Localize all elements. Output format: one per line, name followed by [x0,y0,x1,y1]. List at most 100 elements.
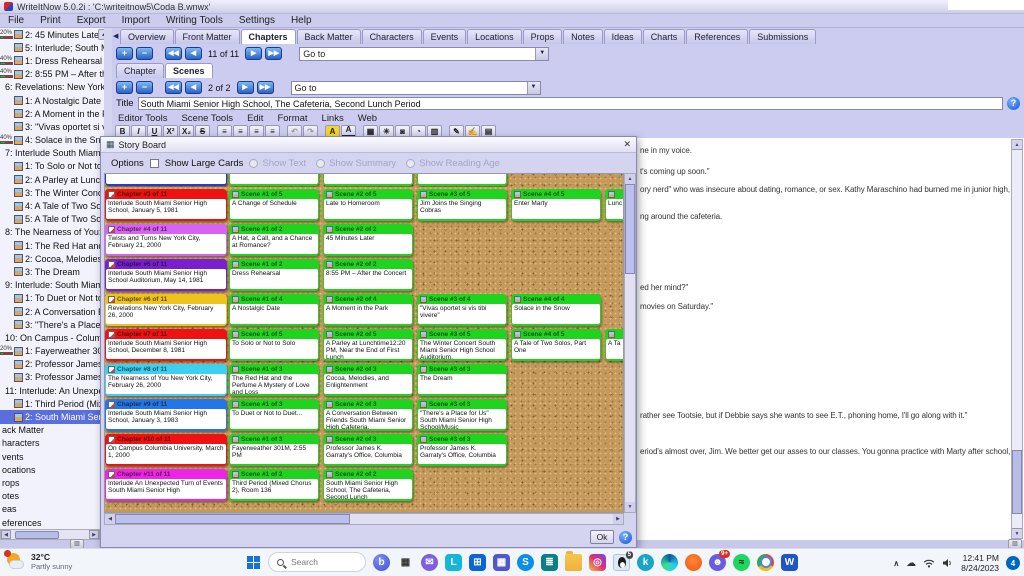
l-app-icon[interactable]: L [445,554,462,571]
sidebar-item[interactable]: 1: To Duet or Not to Due [0,292,111,305]
scene-card[interactable]: Scene #1 of 2 Dress Rehearsal [229,259,319,291]
radio-button[interactable] [249,159,258,168]
sub-tab[interactable]: Scenes [165,63,213,78]
sidebar-item[interactable]: 40% 1: Dress Rehearsal [0,54,111,67]
remove-chapter-button[interactable]: − [136,47,153,60]
spotify-icon[interactable]: ≈ [733,554,750,571]
chevron-down-icon[interactable]: ▼ [527,82,540,94]
skype-icon[interactable]: S [517,554,534,571]
scroll-down-icon[interactable]: ▼ [1012,528,1022,538]
sidebar-item[interactable]: 4: A Tale of Two Solos, I [0,199,111,212]
copilot-icon[interactable]: b [373,554,390,571]
editor-menu-item[interactable]: Editor Tools [116,113,175,124]
editor-menu-item[interactable]: Scene Tools [179,113,241,124]
main-tab[interactable]: Overview [120,29,174,44]
sidebar-item[interactable]: 2: A Parley at Lunchtime [0,173,111,186]
sidebar-item[interactable]: rops [0,476,111,489]
scroll-up-icon[interactable]: ▲ [1012,140,1022,150]
task-view-icon[interactable]: ▦ [397,554,414,571]
editor-menu-item[interactable]: Web [356,113,385,124]
sidebar-item[interactable]: otes [0,490,111,503]
ok-button[interactable]: Ok [590,530,614,544]
sidebar-item[interactable]: 3: "Vivas oportet si vis tib [0,120,111,133]
chapter-card[interactable]: Chapter #10 of 11 On Campus Columbia Uni… [105,434,227,466]
store-icon[interactable]: ⊞ [469,554,486,571]
sidebar-collapse-icon[interactable]: ◀ [113,32,118,40]
scene-card[interactable]: Scene #1 of 3 The Red Hat and the Perfum… [229,364,319,396]
scroll-up-icon[interactable]: ▲ [625,174,635,184]
scene-card[interactable]: Scene #1 of 2 A Hat, a Call, and a Chanc… [229,224,319,256]
chapter-card[interactable]: Chapter #9 of 11 Interlude South Miami S… [105,399,227,431]
remove-scene-button[interactable]: − [136,81,153,94]
help-icon[interactable]: ? [619,531,632,544]
discord-icon[interactable]: ☻9+ [709,554,726,571]
sidebar-item[interactable]: 5: Interlude; South Miam [0,41,111,54]
edge-icon[interactable] [661,554,678,571]
radio-button[interactable] [406,159,415,168]
scene-card[interactable]: Scene #3 of 3 "There's a Place for Us" S… [417,399,507,431]
show-large-cards-checkbox[interactable] [150,159,159,168]
editor-vscrollbar[interactable]: ▲ ▼ [1011,139,1023,539]
scene-card[interactable]: Scene #4 of 5 A Tale of Two Solos, Part … [511,329,601,361]
scene-card[interactable]: Scene #3 of 3 The Dream [417,364,507,396]
scroll-right-icon[interactable]: ▶ [613,514,623,524]
editor-menu-item[interactable]: Format [275,113,315,124]
start-button[interactable] [246,555,261,570]
scroll-left-icon[interactable]: ◀ [1,530,11,539]
main-tab[interactable]: References [686,29,748,44]
radio-button[interactable] [316,159,325,168]
board-hscroll-thumb[interactable] [115,514,350,524]
scene-card[interactable]: Scene #2 of 2 45 Minutes Later [323,224,413,256]
main-tab[interactable]: Front Matter [175,29,240,44]
sidebar-item[interactable]: 2: Cocoa, Melodies, and [0,252,111,265]
chapter-card[interactable]: Chapter #5 of 11 Interlude South Miami S… [105,259,227,291]
sidebar-item[interactable]: 20% 1: Fayerweather 30 [0,345,111,358]
scene-card[interactable]: Scene #1 of 3 Fayerweather 301M, 2:55 PM [229,434,319,466]
main-tab[interactable]: Charts [643,29,686,44]
main-tab[interactable]: Ideas [604,29,642,44]
sidebar-item[interactable]: 7: Interlude South Miami Se [0,147,111,160]
first-scene-button[interactable]: ◀◀ [165,81,182,94]
main-tab[interactable]: Chapters [241,29,296,44]
sidebar-item[interactable]: 10: On Campus - Columbia [0,331,111,344]
scene-card[interactable] [229,174,319,186]
board-vscrollbar[interactable]: ▲ ▼ [624,173,636,513]
sidebar-item[interactable]: 2: Professor James K. G [0,358,111,371]
sidebar-item[interactable]: 9: Interlude: South Miami Se [0,279,111,292]
penguin-app-icon[interactable]: 5 [613,554,630,571]
chapter-card[interactable]: Chapter #8 of 11 The Nearness of You New… [105,364,227,396]
window-titlebar[interactable]: WriteItNow 5.0.2i : 'C:\writeitnow5\Coda… [0,0,1024,14]
scroll-down-icon[interactable]: ▼ [625,502,635,512]
chapter-goto-dropdown[interactable]: Go to ▼ [299,47,549,61]
menu-item[interactable]: Import [114,15,158,26]
sidebar-item[interactable]: 1: A Nostalgic Date [0,94,111,107]
sidebar-item[interactable]: 40% 2: 8:55 PM – After the [0,68,111,81]
chapter-card[interactable]: Chapter #6 of 11 Revelations New York Ci… [105,294,227,326]
sidebar-item[interactable]: vents [0,450,111,463]
sidebar-item[interactable]: eferences [0,516,111,529]
close-icon[interactable]: ✕ [623,139,631,150]
editor-menu-item[interactable]: Edit [245,113,271,124]
instagram-icon[interactable]: ◎ [589,554,606,571]
scene-card[interactable]: Scene #2 of 3 A Conversation Between Fri… [323,399,413,431]
scene-card[interactable]: Scene #3 of 5 The Winter Concert South M… [417,329,507,361]
file-explorer-icon[interactable] [565,554,582,571]
main-tab[interactable]: Locations [467,29,522,44]
sidebar-item[interactable]: 2: A Conversation Betwe [0,305,111,318]
scroll-right-icon[interactable]: ▶ [89,530,99,539]
main-tab[interactable]: Characters [362,29,422,44]
search-input[interactable] [289,556,349,568]
search-box[interactable] [268,552,366,572]
weather-widget[interactable]: 32°C Partly sunny [6,552,72,572]
k-app-icon[interactable]: k [637,554,654,571]
scene-card[interactable]: Scene #2 of 3 Cocoa, Melodies, and Enlig… [323,364,413,396]
sidebar-item[interactable]: 1: To Solo or Not to Solo [0,160,111,173]
scene-card[interactable]: Scene #3 of 3 Professor James K. Garraty… [417,434,507,466]
sidebar-item[interactable]: eas [0,503,111,516]
scene-card[interactable]: Lunc [605,189,624,221]
last-scene-button[interactable]: ▶▶ [257,81,274,94]
sidebar-item[interactable]: 8: The Nearness of You: Ne [0,226,111,239]
calendar-icon[interactable]: ▦ [493,554,510,571]
brave-icon[interactable] [685,554,702,571]
menu-item[interactable]: File [0,15,32,26]
